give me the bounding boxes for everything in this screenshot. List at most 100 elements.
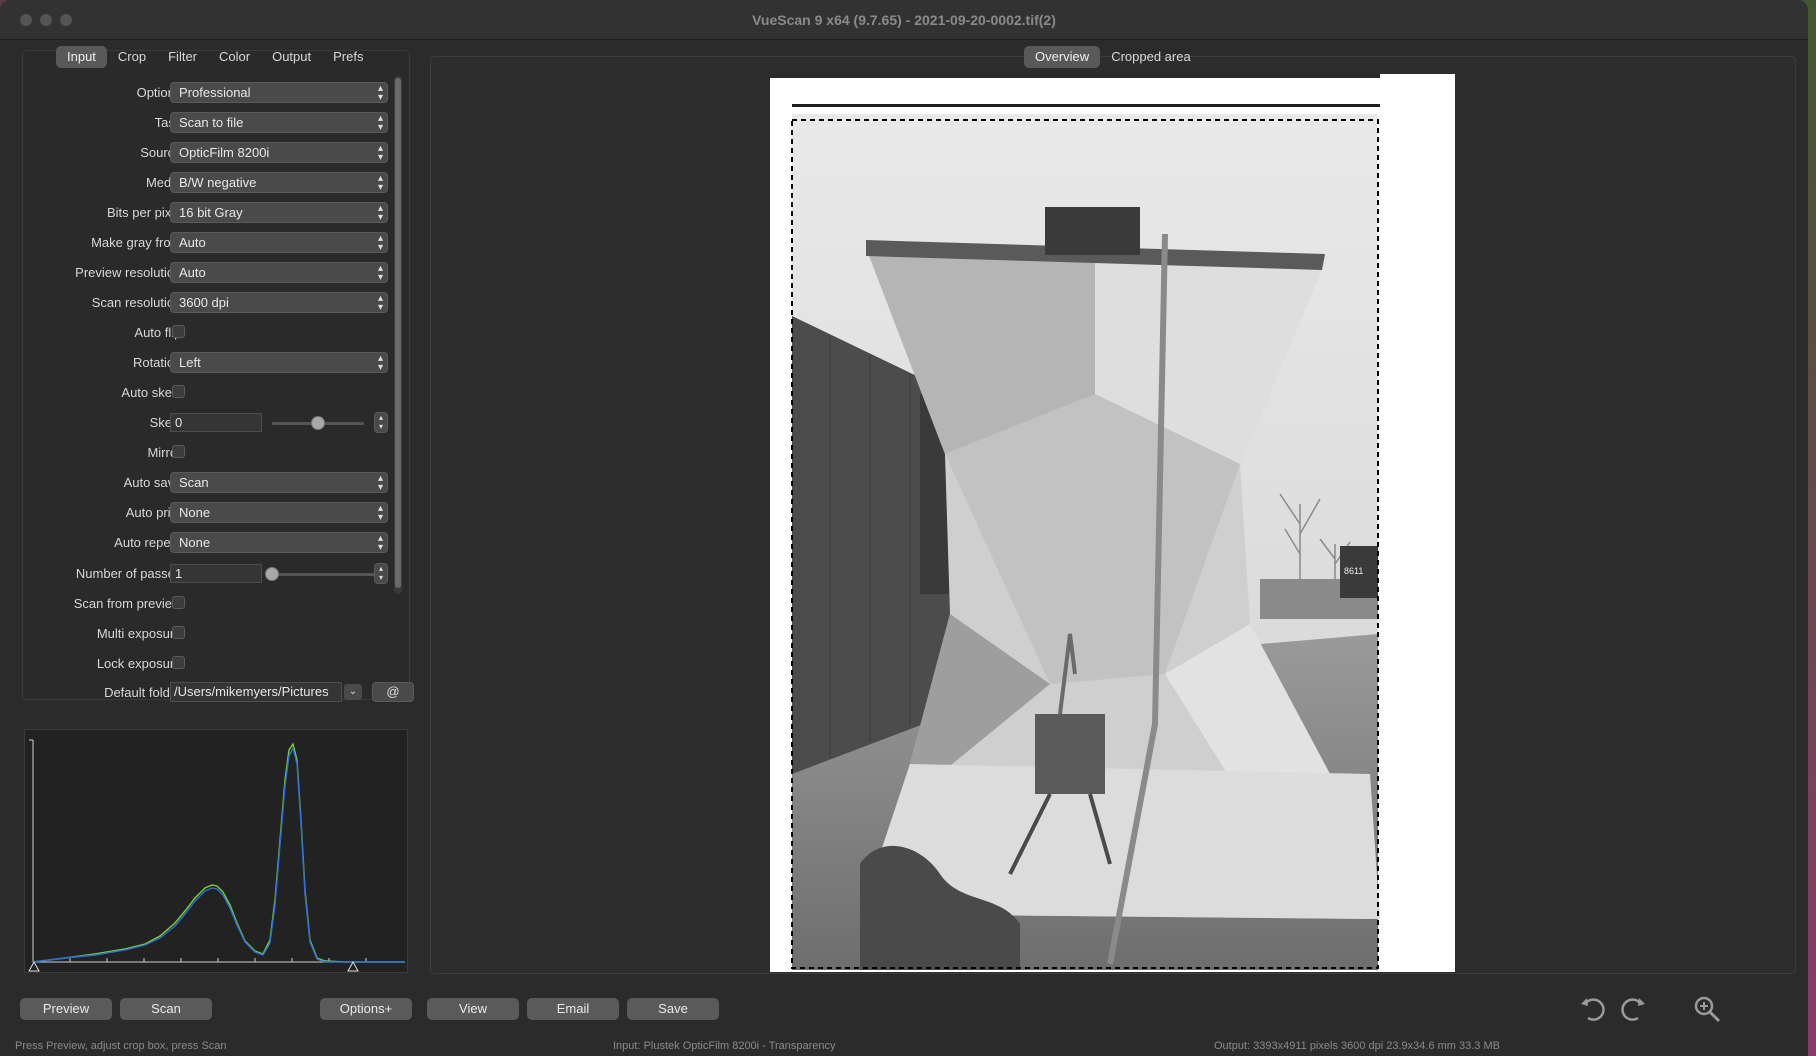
rotate-right-icon[interactable]: [1618, 994, 1648, 1024]
settings-tabs: Input Crop Filter Color Output Prefs: [56, 46, 374, 68]
tab-cropped-area[interactable]: Cropped area: [1100, 46, 1202, 68]
scan-button[interactable]: Scan: [120, 998, 212, 1020]
vuescan-window: VueScan 9 x64 (9.7.65) - 2021-09-20-0002…: [0, 0, 1808, 1056]
row-multi-exposure: Multi exposure:: [22, 621, 392, 647]
row-auto-save: Auto save: Scan ▴ ▾: [22, 470, 392, 496]
tab-prefs[interactable]: Prefs: [322, 46, 374, 68]
bits-per-pixel-select[interactable]: 16 bit Gray ▴ ▾: [170, 202, 388, 223]
row-auto-flip: Auto flip:: [22, 320, 392, 346]
view-button[interactable]: View: [427, 998, 519, 1020]
updown-icon: ▴ ▾: [377, 293, 383, 313]
preview-resolution-value: Auto: [179, 265, 206, 280]
updown-icon: ▴ ▾: [377, 83, 383, 103]
auto-print-select[interactable]: None ▴ ▾: [170, 502, 388, 523]
options-value: Professional: [179, 85, 251, 100]
row-media: Media: B/W negative ▴ ▾: [22, 170, 392, 196]
folder-browse-button[interactable]: @: [372, 682, 414, 702]
updown-icon: ▴ ▾: [377, 203, 383, 223]
tab-output[interactable]: Output: [261, 46, 322, 68]
zoom-in-icon[interactable]: [1692, 994, 1722, 1024]
preview-image[interactable]: 8611: [770, 74, 1455, 972]
settings-scrollbar-thumb[interactable]: [395, 78, 401, 588]
scan-from-preview-checkbox[interactable]: [172, 596, 185, 609]
updown-icon: ▴ ▾: [377, 473, 383, 493]
preview-resolution-label: Preview resolution:: [75, 265, 185, 280]
scan-resolution-value: 3600 dpi: [179, 295, 229, 310]
save-button[interactable]: Save: [627, 998, 719, 1020]
row-rotation: Rotation: Left ▴ ▾: [22, 350, 392, 376]
multi-exposure-checkbox[interactable]: [172, 626, 185, 639]
white-point-marker: [347, 960, 359, 972]
updown-icon: ▴ ▾: [377, 143, 383, 163]
tab-color[interactable]: Color: [208, 46, 261, 68]
updown-icon: ▴ ▾: [377, 503, 383, 523]
histogram-graph: [28, 739, 405, 972]
locomotive-number: 8611: [1344, 566, 1363, 576]
tab-overview[interactable]: Overview: [1024, 46, 1101, 68]
updown-icon: ▴ ▾: [377, 233, 383, 253]
preview-resolution-select[interactable]: Auto ▴ ▾: [170, 262, 388, 283]
tab-input[interactable]: Input: [56, 46, 107, 68]
passes-slider-thumb[interactable]: [265, 567, 279, 581]
auto-skew-checkbox[interactable]: [172, 385, 185, 398]
status-bar: Press Preview, adjust crop box, press Sc…: [0, 1036, 1808, 1056]
auto-print-value: None: [179, 505, 211, 520]
row-mirror: Mirror:: [22, 440, 392, 466]
skew-stepper[interactable]: ▴ ▾: [374, 412, 388, 433]
row-make-gray-from: Make gray from: Auto ▴ ▾: [22, 230, 392, 256]
email-button[interactable]: Email: [527, 998, 619, 1020]
updown-icon: ▴ ▾: [377, 113, 383, 133]
source-select[interactable]: OpticFilm 8200i ▴ ▾: [170, 142, 388, 163]
auto-save-select[interactable]: Scan ▴ ▾: [170, 472, 388, 493]
rotate-left-icon[interactable]: [1578, 994, 1608, 1024]
auto-repeat-select[interactable]: None ▴ ▾: [170, 532, 388, 553]
make-gray-from-select[interactable]: Auto ▴ ▾: [170, 232, 388, 253]
task-value: Scan to file: [179, 115, 244, 130]
number-of-passes-field[interactable]: 1: [170, 564, 262, 583]
scan-preview-photo: 8611: [770, 74, 1380, 970]
bits-per-pixel-value: 16 bit Gray: [179, 205, 243, 220]
media-select[interactable]: B/W negative ▴ ▾: [170, 172, 388, 193]
row-scan-from-preview: Scan from preview:: [22, 591, 392, 617]
window-title: VueScan 9 x64 (9.7.65) - 2021-09-20-0002…: [752, 12, 1056, 28]
updown-icon: ▴ ▾: [377, 353, 383, 373]
status-left: Press Preview, adjust crop box, press Sc…: [15, 1040, 227, 1052]
tab-filter[interactable]: Filter: [157, 46, 208, 68]
settings-scrollbar[interactable]: [394, 76, 402, 594]
row-auto-print: Auto print: None ▴ ▾: [22, 500, 392, 526]
status-right: Output: 3393x4911 pixels 3600 dpi 23.9x3…: [1214, 1040, 1500, 1052]
row-default-folder: Default folder: /Users/mikemyers/Picture…: [22, 680, 414, 706]
row-preview-resolution: Preview resolution: Auto ▴ ▾: [22, 260, 392, 286]
preview-button[interactable]: Preview: [20, 998, 112, 1020]
rotation-value: Left: [179, 355, 201, 370]
skew-field[interactable]: 0: [170, 413, 262, 432]
histogram-green-curve: [32, 742, 405, 963]
auto-repeat-value: None: [179, 535, 211, 550]
media-value: B/W negative: [179, 175, 257, 190]
row-lock-exposure: Lock exposure:: [22, 651, 392, 677]
options-plus-button[interactable]: Options+: [320, 998, 412, 1020]
passes-stepper[interactable]: ▴ ▾: [374, 563, 388, 584]
mirror-checkbox[interactable]: [172, 445, 185, 458]
row-bits-per-pixel: Bits per pixel: 16 bit Gray ▴ ▾: [22, 200, 392, 226]
auto-save-value: Scan: [179, 475, 209, 490]
options-select[interactable]: Professional ▴ ▾: [170, 82, 388, 103]
updown-icon: ▴ ▾: [377, 533, 383, 553]
row-auto-repeat: Auto repeat: None ▴ ▾: [22, 530, 392, 556]
row-skew: Skew: 0 ▴ ▾: [22, 410, 392, 436]
rotation-select[interactable]: Left ▴ ▾: [170, 352, 388, 373]
default-folder-field[interactable]: /Users/mikemyers/Pictures: [170, 682, 342, 702]
folder-dropdown-icon[interactable]: ⌄: [344, 684, 362, 700]
auto-flip-checkbox[interactable]: [172, 325, 185, 338]
row-source: Source: OpticFilm 8200i ▴ ▾: [22, 140, 392, 166]
lock-exposure-checkbox[interactable]: [172, 656, 185, 669]
histogram: [24, 729, 408, 973]
skew-slider-thumb[interactable]: [311, 416, 325, 430]
row-auto-skew: Auto skew:: [22, 380, 392, 406]
scan-resolution-select[interactable]: 3600 dpi ▴ ▾: [170, 292, 388, 313]
histogram-blue-curve: [32, 745, 405, 963]
task-select[interactable]: Scan to file ▴ ▾: [170, 112, 388, 133]
passes-slider-track[interactable]: [272, 573, 388, 576]
row-options: Options: Professional ▴ ▾: [22, 80, 392, 106]
tab-crop[interactable]: Crop: [107, 46, 157, 68]
